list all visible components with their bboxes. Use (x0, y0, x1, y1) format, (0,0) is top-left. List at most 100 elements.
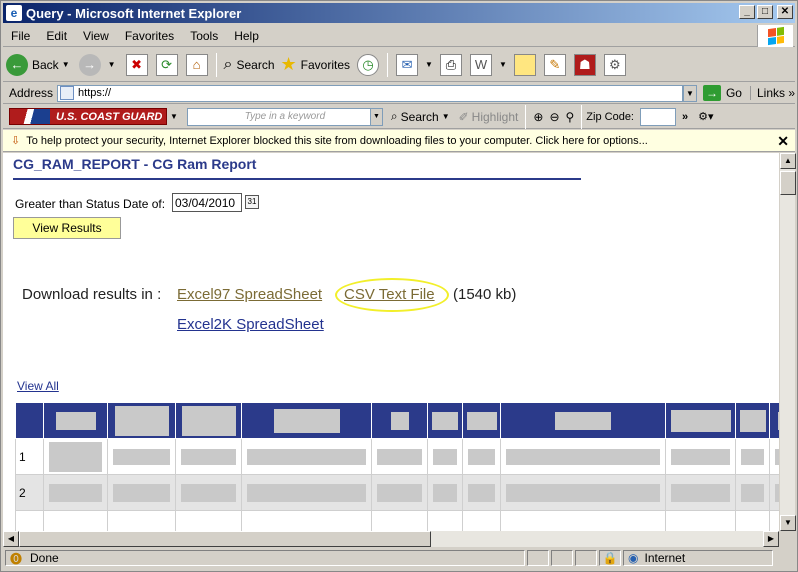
column-header[interactable] (241, 402, 372, 439)
messenger-icon[interactable]: ✎ (543, 53, 566, 76)
links-button[interactable]: Links » (749, 86, 795, 100)
forward-arrow-icon: → (78, 53, 101, 76)
cg-dropdown[interactable]: ▼ (170, 112, 178, 121)
table-row[interactable]: 2 (15, 474, 779, 511)
zone-panel[interactable]: ◉ Internet (623, 550, 773, 566)
zoom-in-icon[interactable]: ⊕ (533, 110, 543, 124)
infobar-close-icon[interactable]: ✕ (777, 133, 789, 150)
scroll-left-icon[interactable]: ◀ (3, 531, 19, 547)
vertical-scroll-thumb[interactable] (780, 171, 796, 195)
column-header[interactable] (665, 402, 736, 439)
title-bar[interactable]: e Query - Microsoft Internet Explorer _ … (3, 3, 795, 23)
address-label: Address (9, 86, 54, 100)
keyword-input[interactable]: Type in a keyword ▼ (186, 107, 383, 126)
globe-icon: ◉ (628, 551, 639, 565)
status-date-input[interactable]: 03/04/2010 (172, 193, 242, 212)
scroll-right-icon[interactable]: ▶ (763, 531, 779, 547)
go-arrow-icon: → (702, 85, 721, 101)
download-label: Download results in : (22, 286, 162, 303)
title-underline (13, 178, 581, 180)
back-arrow-icon: ← (6, 53, 28, 76)
column-header[interactable] (175, 402, 242, 439)
column-header[interactable] (371, 402, 428, 439)
close-button[interactable]: ✕ (777, 5, 793, 19)
research-icon[interactable]: ☗ (573, 53, 596, 76)
results-table: 1 2 (15, 402, 779, 531)
menu-help[interactable]: Help (226, 29, 267, 43)
scroll-up-icon[interactable]: ▲ (780, 153, 796, 169)
discuss-icon[interactable] (513, 53, 536, 76)
options-icon[interactable]: ⚙▾ (698, 110, 713, 123)
ie-icon: e (6, 5, 22, 21)
windows-logo-icon (757, 25, 793, 47)
zip-input[interactable] (640, 107, 676, 126)
information-bar[interactable]: ⇩ To help protect your security, Interne… (3, 130, 795, 152)
view-all-link[interactable]: View All (17, 379, 59, 393)
home-icon[interactable]: ⌂ (185, 53, 208, 76)
table-row[interactable] (15, 510, 779, 531)
column-header[interactable] (43, 402, 108, 439)
refresh-icon[interactable]: ⟳ (155, 53, 178, 76)
magnifier-icon: ⌕ (223, 55, 233, 73)
menu-tools[interactable]: Tools (182, 29, 226, 43)
table-row[interactable]: 1 (15, 438, 779, 475)
window-title: Query - Microsoft Internet Explorer (26, 5, 242, 21)
browser-window: e Query - Microsoft Internet Explorer _ … (0, 0, 798, 572)
address-dropdown[interactable]: ▼ (682, 84, 697, 102)
highlighter-icon: ✐ (458, 109, 469, 124)
address-input[interactable]: https:// (57, 84, 683, 102)
search-button[interactable]: ⌕ Search (224, 56, 275, 74)
favorites-button[interactable]: ★ Favorites (281, 54, 351, 75)
horizontal-scroll-thumb[interactable] (19, 531, 431, 547)
page-status-icon: ⓿ (10, 551, 23, 566)
csv-size: (1540 kb) (453, 286, 517, 303)
edit-icon[interactable]: W (469, 53, 492, 76)
zoom-out-icon[interactable]: ⊖ (549, 110, 559, 124)
standard-toolbar: ← Back ▼ → ▼ ✖ ⟳ ⌂ ⌕ Search ★ Favorites ◷ … (3, 48, 795, 82)
minimize-button[interactable]: _ (739, 5, 755, 19)
column-header[interactable] (500, 402, 666, 439)
excel97-link[interactable]: Excel97 SpreadSheet (177, 286, 322, 303)
column-header[interactable] (107, 402, 176, 439)
coast-guard-logo[interactable]: U.S. COAST GUARD (9, 108, 167, 125)
view-results-button[interactable]: View Results (13, 217, 121, 239)
csv-link[interactable]: CSV Text File (344, 286, 435, 303)
back-button[interactable]: ← Back ▼ (6, 53, 73, 76)
column-header[interactable] (735, 402, 770, 439)
mail-icon[interactable]: ✉ (396, 53, 419, 76)
excel2k-link[interactable]: Excel2K SpreadSheet (177, 316, 324, 333)
scroll-corner (779, 531, 795, 547)
chevron-icon[interactable]: » (682, 111, 688, 123)
horizontal-scrollbar[interactable]: ◀ ▶ (3, 531, 779, 547)
column-header[interactable] (769, 402, 779, 439)
menu-favorites[interactable]: Favorites (117, 29, 182, 43)
keyword-dropdown[interactable]: ▼ (369, 108, 382, 125)
column-header[interactable] (462, 402, 501, 439)
history-icon[interactable]: ◷ (357, 53, 380, 76)
column-header[interactable] (427, 402, 463, 439)
table-header-row (15, 402, 779, 439)
calendar-icon[interactable]: 31 (245, 195, 259, 209)
print-icon[interactable]: ⎙ (439, 53, 462, 76)
cg-search-button[interactable]: ⌕ Search ▼ (391, 109, 453, 124)
vertical-scrollbar[interactable]: ▲ ▼ (779, 153, 796, 531)
go-button[interactable]: → Go (702, 85, 742, 101)
stop-icon[interactable]: ✖ (125, 53, 148, 76)
map-pin-icon[interactable]: ⚲ (566, 110, 575, 124)
date-label: Greater than Status Date of: (15, 197, 166, 211)
star-icon: ★ (280, 54, 297, 74)
row-number: 2 (15, 474, 44, 511)
tools-icon[interactable]: ⚙ (603, 53, 626, 76)
menu-view[interactable]: View (75, 29, 117, 43)
status-bar: ⓿ Done 🔒 ◉ Internet (3, 548, 795, 568)
forward-button[interactable]: → ▼ (78, 53, 119, 76)
page-icon (60, 86, 75, 100)
menu-edit[interactable]: Edit (38, 29, 75, 43)
scroll-down-icon[interactable]: ▼ (780, 515, 796, 531)
status-text-panel: ⓿ Done (5, 550, 525, 566)
download-blocked-icon: ⇩ (11, 135, 21, 147)
highlight-button[interactable]: ✐ Highlight (459, 110, 519, 124)
maximize-button[interactable]: □ (757, 5, 773, 19)
menu-file[interactable]: File (3, 29, 38, 43)
column-header[interactable] (15, 402, 44, 439)
